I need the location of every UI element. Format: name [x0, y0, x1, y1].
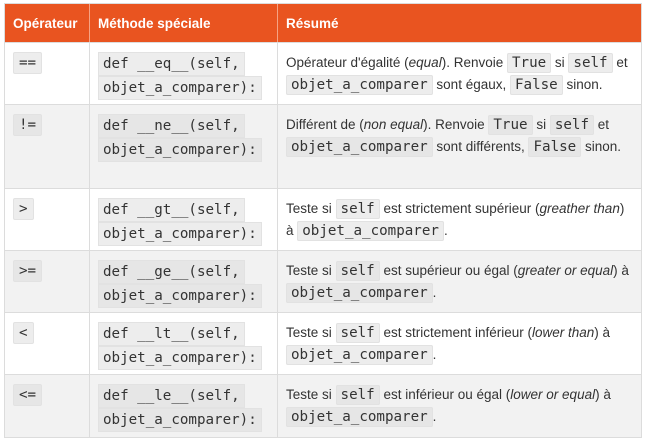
summary-code: objet_a_comparer — [286, 75, 433, 95]
method-cell: def __ne__(self, objet_a_comparer): — [89, 105, 277, 188]
summary-text: est supérieur ou égal ( — [379, 263, 518, 278]
method-line-1: def __le__(self, — [98, 384, 245, 408]
summary-code: objet_a_comparer — [286, 345, 433, 365]
summary-text: est strictement supérieur ( — [379, 201, 540, 216]
summary-text: ). Renvoie — [423, 117, 489, 132]
summary-text: ) à — [595, 387, 611, 402]
summary-code: objet_a_comparer — [297, 221, 444, 241]
operator-code: >= — [13, 260, 43, 282]
method-cell: def __eq__(self, objet_a_comparer): — [89, 43, 277, 104]
summary-text: ). Renvoie — [441, 55, 507, 70]
summary-text: est inférieur ou égal ( — [379, 387, 511, 402]
summary-text: . — [432, 409, 437, 424]
summary-italic: equal — [408, 55, 442, 70]
summary-text: Teste si — [286, 325, 336, 340]
summary-text: et — [594, 117, 610, 132]
summary-code: False — [509, 75, 563, 95]
summary-code: self — [549, 115, 594, 135]
method-line-2: objet_a_comparer): — [98, 408, 262, 432]
summary-text: . — [443, 223, 448, 238]
summary-italic: greater or equal — [517, 263, 614, 278]
header-methode: Méthode spéciale — [89, 4, 277, 42]
summary-italic: non equal — [363, 117, 424, 132]
summary-code: objet_a_comparer — [286, 407, 433, 427]
summary-cell: Opérateur d'égalité (equal). Renvoie Tru… — [277, 43, 641, 104]
summary-code: True — [488, 115, 533, 135]
table-row: != def __ne__(self, objet_a_comparer): Di… — [5, 104, 641, 188]
table-row: == def __eq__(self, objet_a_comparer): Op… — [5, 42, 641, 104]
summary-cell: Teste si self est supérieur ou égal (gre… — [277, 251, 641, 312]
summary-text: sinon. — [562, 77, 603, 92]
summary-italic: greather than — [539, 201, 620, 216]
summary-cell: Teste si self est inférieur ou égal (low… — [277, 375, 641, 437]
operator-cell: <= — [5, 375, 89, 437]
summary-text: Teste si — [286, 387, 336, 402]
operator-code: == — [13, 52, 43, 74]
summary-cell: Teste si self est strictement inférieur … — [277, 313, 641, 374]
header-resume: Résumé — [277, 4, 641, 42]
summary-text: . — [432, 285, 437, 300]
summary-text: Teste si — [286, 201, 336, 216]
table-row: > def __gt__(self, objet_a_comparer): Tes… — [5, 188, 641, 250]
summary-text: et — [612, 55, 628, 70]
summary-cell: Teste si self est strictement supérieur … — [277, 189, 641, 250]
table-row: < def __lt__(self, objet_a_comparer): Tes… — [5, 312, 641, 374]
summary-text: Différent de ( — [286, 117, 364, 132]
summary-code: self — [335, 385, 380, 405]
method-line-1: def __gt__(self, — [98, 198, 245, 222]
method-cell: def __ge__(self, objet_a_comparer): — [89, 251, 277, 312]
summary-text: sont égaux, — [432, 77, 510, 92]
method-line-1: def __lt__(self, — [98, 322, 245, 346]
method-line-1: def __ge__(self, — [98, 260, 245, 284]
method-line-2: objet_a_comparer): — [98, 76, 262, 100]
summary-italic: lower than — [532, 325, 595, 340]
table-row: >= def __ge__(self, objet_a_comparer): Te… — [5, 250, 641, 312]
method-line-2: objet_a_comparer): — [98, 284, 262, 308]
operator-code: < — [13, 322, 34, 344]
operator-cell: >= — [5, 251, 89, 312]
table-header: Opérateur Méthode spéciale Résumé — [5, 4, 641, 42]
summary-text: Opérateur d'égalité ( — [286, 55, 409, 70]
method-line-1: def __eq__(self, — [98, 52, 245, 76]
summary-code: self — [335, 199, 380, 219]
summary-text: . — [432, 347, 437, 362]
method-cell: def __lt__(self, objet_a_comparer): — [89, 313, 277, 374]
table-row: <= def __le__(self, objet_a_comparer): Te… — [5, 374, 641, 437]
method-line-2: objet_a_comparer): — [98, 222, 262, 246]
operator-cell: < — [5, 313, 89, 374]
method-line-2: objet_a_comparer): — [98, 138, 262, 162]
summary-text: si — [532, 117, 550, 132]
summary-text: ) à — [613, 263, 629, 278]
summary-code: objet_a_comparer — [286, 137, 433, 157]
summary-code: self — [568, 53, 613, 73]
summary-text: sont différents, — [432, 139, 529, 154]
summary-text: sinon. — [581, 139, 621, 154]
summary-text: si — [551, 55, 569, 70]
operator-code: <= — [13, 384, 43, 406]
method-cell: def __gt__(self, objet_a_comparer): — [89, 189, 277, 250]
operator-cell: > — [5, 189, 89, 250]
method-line-2: objet_a_comparer): — [98, 346, 262, 370]
operator-code: > — [13, 198, 34, 220]
summary-code: objet_a_comparer — [286, 283, 433, 303]
summary-code: False — [528, 137, 582, 157]
summary-text: est strictement inférieur ( — [379, 325, 532, 340]
summary-cell: Différent de (non equal). Renvoie True s… — [277, 105, 641, 188]
summary-code: self — [335, 323, 380, 343]
operator-code: != — [13, 114, 43, 136]
method-cell: def __le__(self, objet_a_comparer): — [89, 375, 277, 437]
method-line-1: def __ne__(self, — [98, 114, 245, 138]
comparison-operators-table: Opérateur Méthode spéciale Résumé == def… — [4, 3, 642, 438]
operator-cell: != — [5, 105, 89, 188]
summary-italic: lower or equal — [510, 387, 596, 402]
summary-code: self — [335, 261, 380, 281]
summary-text: Teste si — [286, 263, 336, 278]
summary-code: True — [506, 53, 552, 73]
header-operateur: Opérateur — [13, 15, 78, 31]
operator-cell: == — [5, 43, 89, 104]
summary-text: ) à — [594, 325, 611, 340]
